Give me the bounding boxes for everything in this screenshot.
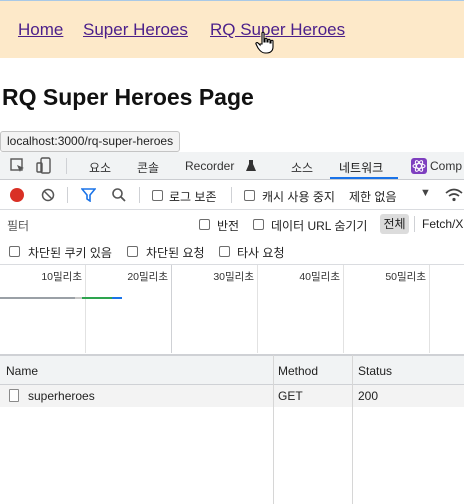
tick-label: 40밀리초 bbox=[299, 271, 340, 283]
app-navbar: Home Super Heroes RQ Super Heroes bbox=[0, 0, 464, 58]
filter-bar: 필터 반전 데이터 URL 숨기기 전체 Fetch/X bbox=[0, 210, 464, 238]
network-toolbar: 로그 보존 캐시 사용 중지 제한 없음 ▼ bbox=[0, 180, 464, 210]
column-divider bbox=[273, 385, 274, 407]
column-header-method[interactable]: Method bbox=[278, 364, 318, 378]
react-components-icon bbox=[411, 158, 427, 174]
tab-network[interactable]: 네트워크 bbox=[339, 159, 383, 176]
tick-label: 10밀리초 bbox=[41, 271, 82, 283]
table-row[interactable]: superheroes GET 200 bbox=[0, 385, 464, 407]
disable-cache-label: 캐시 사용 중지 bbox=[262, 190, 335, 204]
column-divider bbox=[273, 355, 274, 504]
tick-label: 30밀리초 bbox=[213, 271, 254, 283]
preserve-log-label: 로그 보존 bbox=[169, 190, 217, 204]
timeline-bar-waiting bbox=[0, 297, 75, 299]
tick-line bbox=[429, 265, 430, 353]
clear-icon[interactable] bbox=[41, 188, 55, 202]
status-url-tooltip: localhost:3000/rq-super-heroes bbox=[0, 131, 181, 152]
tab-components[interactable]: Comp bbox=[430, 159, 462, 173]
network-overview-timeline[interactable]: 10밀리초 20밀리초 30밀리초 40밀리초 50밀리초 bbox=[0, 265, 464, 355]
hide-data-urls-label: 데이터 URL 숨기기 bbox=[271, 219, 368, 233]
document-icon bbox=[9, 389, 19, 402]
tab-elements[interactable]: 요소 bbox=[89, 159, 111, 176]
column-divider bbox=[352, 355, 353, 504]
request-options-bar: 차단된 쿠키 있음 차단된 요청 타사 요청 bbox=[0, 238, 464, 265]
record-icon[interactable] bbox=[10, 188, 24, 202]
blocked-cookies-label: 차단된 쿠키 있음 bbox=[28, 246, 112, 260]
timeline-bar-download bbox=[82, 297, 112, 299]
inspect-element-icon[interactable] bbox=[9, 157, 27, 175]
timeline-bar-queue bbox=[75, 297, 82, 299]
page-title: RQ Super Heroes Page bbox=[2, 84, 254, 110]
devtools-panel: 요소 콘솔 Recorder 소스 네트워크 Comp 로그 보존 캐시 사용 … bbox=[0, 152, 464, 504]
requests-table-header: Name Method Status bbox=[0, 355, 464, 385]
filter-input[interactable]: 필터 bbox=[2, 214, 184, 235]
third-party-label: 타사 요청 bbox=[237, 246, 285, 260]
request-status: 200 bbox=[358, 389, 379, 403]
nav-link-rq-super-heroes[interactable]: RQ Super Heroes bbox=[210, 20, 345, 40]
tick-label: 50밀리초 bbox=[385, 271, 426, 283]
tick-line bbox=[171, 265, 172, 353]
nav-link-home[interactable]: Home bbox=[18, 20, 63, 40]
hide-data-urls-checkbox[interactable] bbox=[253, 219, 264, 230]
blocked-requests-checkbox[interactable] bbox=[127, 246, 138, 257]
chevron-down-icon[interactable]: ▼ bbox=[420, 187, 431, 199]
timeline-bar-content bbox=[112, 297, 122, 299]
column-header-name[interactable]: Name bbox=[6, 364, 38, 378]
blocked-requests-label: 차단된 요청 bbox=[146, 246, 205, 260]
invert-label: 반전 bbox=[217, 219, 240, 233]
filter-type-all[interactable]: 전체 bbox=[380, 214, 409, 234]
flask-icon bbox=[246, 160, 256, 171]
nav-link-super-heroes[interactable]: Super Heroes bbox=[83, 20, 188, 40]
tick-line bbox=[257, 265, 258, 353]
request-method: GET bbox=[278, 389, 303, 403]
tab-console[interactable]: 콘솔 bbox=[137, 159, 159, 176]
blocked-cookies-checkbox[interactable] bbox=[9, 246, 20, 257]
tab-recorder[interactable]: Recorder bbox=[185, 159, 234, 173]
filter-type-fetch-xhr[interactable]: Fetch/X bbox=[422, 217, 463, 231]
preserve-log-checkbox[interactable] bbox=[152, 190, 163, 201]
devtools-tab-bar: 요소 콘솔 Recorder 소스 네트워크 Comp bbox=[0, 152, 464, 180]
tick-line bbox=[85, 265, 86, 353]
tick-line bbox=[343, 265, 344, 353]
active-tab-indicator bbox=[330, 177, 398, 179]
search-icon[interactable] bbox=[111, 187, 127, 203]
invert-checkbox[interactable] bbox=[199, 219, 210, 230]
hand-cursor-icon bbox=[255, 31, 274, 54]
column-divider bbox=[352, 385, 353, 407]
request-name: superheroes bbox=[28, 389, 95, 403]
tab-sources[interactable]: 소스 bbox=[291, 159, 313, 176]
filter-icon[interactable] bbox=[81, 188, 96, 202]
tick-label: 20밀리초 bbox=[127, 271, 168, 283]
network-conditions-icon[interactable] bbox=[444, 187, 464, 203]
throttling-select[interactable]: 제한 없음 bbox=[349, 188, 397, 205]
disable-cache-checkbox[interactable] bbox=[244, 190, 255, 201]
filter-placeholder: 필터 bbox=[7, 219, 30, 233]
column-header-status[interactable]: Status bbox=[358, 364, 392, 378]
third-party-checkbox[interactable] bbox=[219, 246, 230, 257]
device-toolbar-icon[interactable] bbox=[36, 157, 54, 175]
